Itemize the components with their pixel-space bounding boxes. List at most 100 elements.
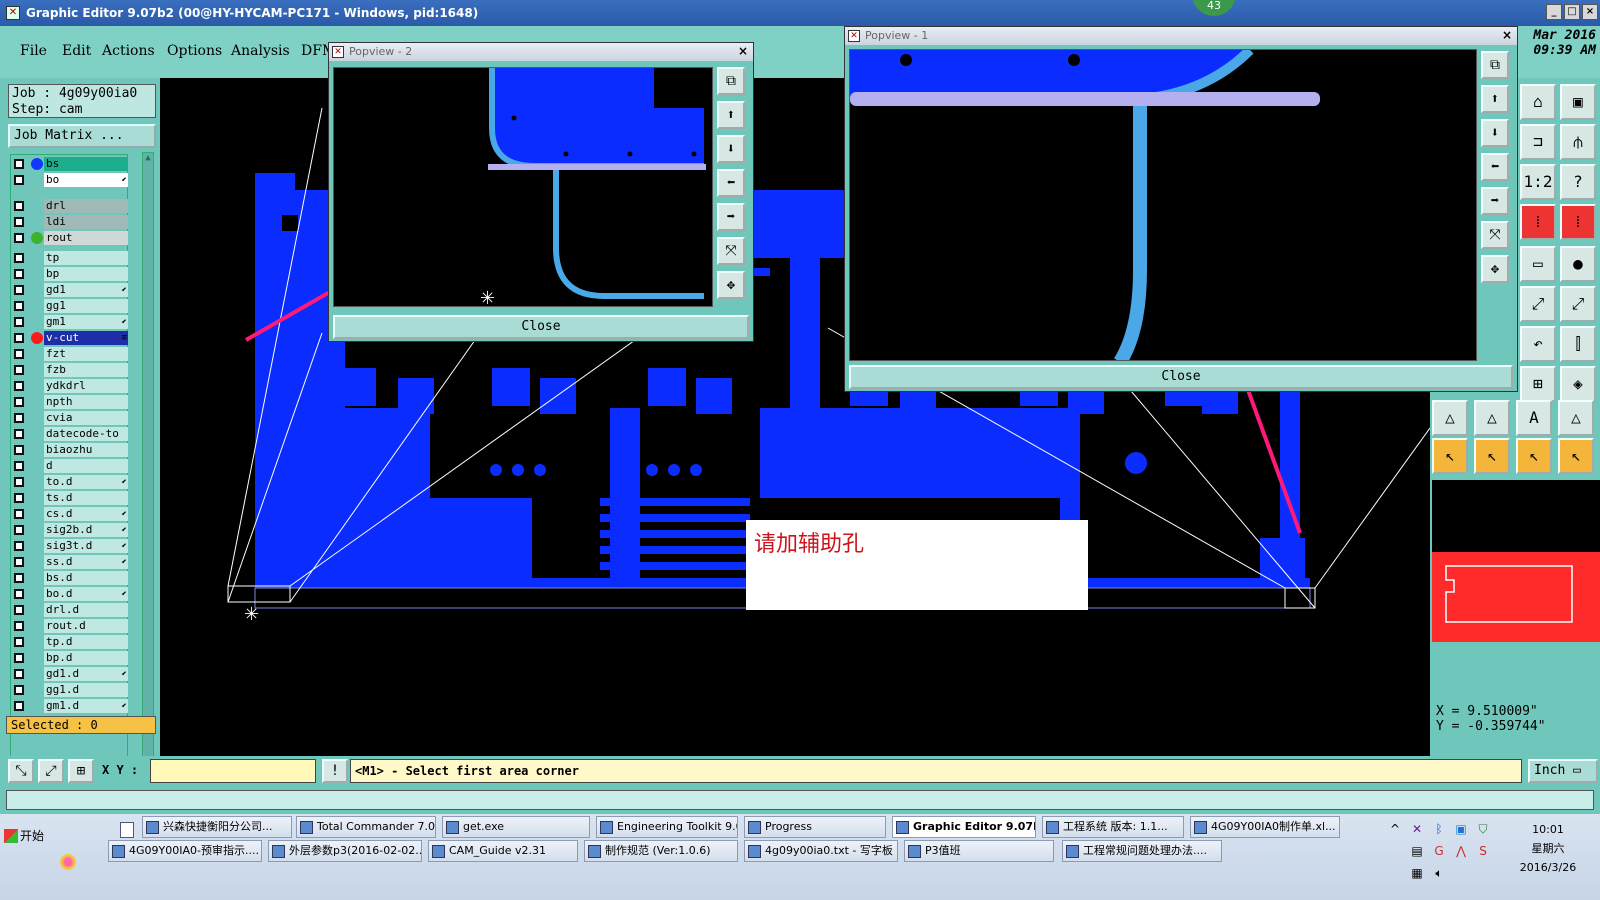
layer-toggle-icon[interactable]: ⁞ xyxy=(1520,204,1556,240)
tray-a-icon[interactable]: ⋀ xyxy=(1454,844,1468,858)
ruler-icon[interactable]: ▭ xyxy=(1520,246,1556,282)
pv1-zoom-icon[interactable]: ✥ xyxy=(1481,255,1509,283)
layer-row[interactable]: sig2b.d ⬋ xyxy=(11,523,129,537)
popview-1-view[interactable] xyxy=(849,49,1477,361)
layer-row[interactable]: rout.d xyxy=(11,619,129,633)
layer-checkbox[interactable] xyxy=(14,445,24,455)
layer-checkbox[interactable] xyxy=(14,253,24,263)
menu-edit[interactable]: Edit xyxy=(62,43,91,59)
layer-name[interactable]: ts.d xyxy=(44,491,128,505)
menu-actions[interactable]: Actions xyxy=(102,43,155,59)
layer-checkbox[interactable] xyxy=(14,301,24,311)
layer-name[interactable]: gd1.d xyxy=(44,667,128,681)
layer-name[interactable]: gm1 xyxy=(44,315,128,329)
layer-name[interactable]: bp.d xyxy=(44,651,128,665)
menu-options[interactable]: Options xyxy=(167,43,222,59)
layer-name[interactable]: rout.d xyxy=(44,619,128,633)
layer-row[interactable]: gg1 xyxy=(11,299,129,313)
pv1-up-icon[interactable]: ⬆ xyxy=(1481,85,1509,113)
layer-name[interactable]: tp xyxy=(44,251,128,265)
layer-checkbox[interactable] xyxy=(14,477,24,487)
layer-checkbox[interactable] xyxy=(14,605,24,615)
popview-1-close-x[interactable]: × xyxy=(1500,29,1514,43)
layer-name[interactable]: drl xyxy=(44,199,128,213)
layer-row[interactable]: gm1 ⬋ xyxy=(11,315,129,329)
layer-row[interactable]: fzt xyxy=(11,347,129,361)
snap-icon[interactable]: ⫛ xyxy=(1560,124,1596,160)
layer-row[interactable]: v-cut ≡ xyxy=(11,331,129,345)
tray-x-icon[interactable]: ✕ xyxy=(1410,822,1424,836)
layer-name[interactable]: gg1 xyxy=(44,299,128,313)
layer-row[interactable]: ldi xyxy=(11,215,129,229)
layer-checkbox[interactable] xyxy=(14,589,24,599)
layer-row[interactable]: drl xyxy=(11,199,129,213)
tray-s-icon[interactable]: S xyxy=(1476,844,1490,858)
group-icon[interactable]: ◈ xyxy=(1560,366,1596,402)
pv2-zoom-icon[interactable]: ✥ xyxy=(717,271,745,299)
bluetooth-icon[interactable]: ᛒ xyxy=(1432,822,1446,836)
shield-icon[interactable]: ⛉ xyxy=(1476,822,1490,836)
zoom-box-icon[interactable]: ⊐ xyxy=(1520,124,1556,160)
alert-icon[interactable]: ! xyxy=(322,759,348,783)
layer-row[interactable]: npth xyxy=(11,395,129,409)
layer-name[interactable]: datecode-to xyxy=(44,427,128,441)
home-icon[interactable]: ⌂ xyxy=(1520,84,1556,120)
help-icon[interactable]: ? xyxy=(1560,164,1596,200)
drc-icon-1[interactable]: △ xyxy=(1432,400,1468,436)
popview-2-close-x[interactable]: × xyxy=(736,45,750,59)
layer-name[interactable]: v-cut xyxy=(44,331,128,345)
layer-name[interactable]: to.d xyxy=(44,475,128,489)
layer-name[interactable]: npth xyxy=(44,395,128,409)
layer-name[interactable]: gm1.d xyxy=(44,699,128,713)
taskbar-button[interactable]: get.exe xyxy=(442,816,590,838)
taskbar-button[interactable]: Total Commander 7.0 ... xyxy=(296,816,436,838)
layer-name[interactable]: rout xyxy=(44,231,128,245)
taskbar-button[interactable]: 工程系统 版本: 1.1... xyxy=(1042,816,1184,838)
layer-name[interactable]: cs.d xyxy=(44,507,128,521)
measure-icon[interactable]: ⊞ xyxy=(1520,366,1556,402)
select-arrow-icon[interactable]: ↖ xyxy=(1432,438,1468,474)
popview-2-view[interactable]: ✳ xyxy=(333,67,713,307)
layer-row[interactable]: bo ⬋ xyxy=(11,173,129,187)
taskbar-button[interactable]: 外层参数p3(2016-02-02... xyxy=(268,840,422,862)
layer-checkbox[interactable] xyxy=(14,573,24,583)
layer-row[interactable]: fzb xyxy=(11,363,129,377)
layer-checkbox[interactable] xyxy=(14,365,24,375)
xy-input[interactable] xyxy=(150,759,316,783)
layer-row[interactable]: bp xyxy=(11,267,129,281)
layer-name[interactable]: ydkdrl xyxy=(44,379,128,393)
minimize-button[interactable]: _ xyxy=(1546,4,1562,20)
layer-checkbox[interactable] xyxy=(14,669,24,679)
layer-checkbox[interactable] xyxy=(14,381,24,391)
layer-row[interactable]: gd1.d ⬋ xyxy=(11,667,129,681)
layer-checkbox[interactable] xyxy=(14,685,24,695)
align-icon[interactable]: ⫿ xyxy=(1560,326,1596,362)
layer-row[interactable]: cs.d ⬋ xyxy=(11,507,129,521)
layer-checkbox[interactable] xyxy=(14,621,24,631)
layer-row[interactable]: cvia xyxy=(11,411,129,425)
layer-checkbox[interactable] xyxy=(14,333,24,343)
zoom-in-icon[interactable]: ⤡ xyxy=(8,759,34,783)
layer-row[interactable]: ydkdrl xyxy=(11,379,129,393)
layer-name[interactable]: bo.d xyxy=(44,587,128,601)
taskbar-button[interactable]: 兴森快捷衡阳分公司... xyxy=(142,816,292,838)
system-clock[interactable]: 10:01 星期六 2016/3/26 xyxy=(1498,820,1598,877)
layer-row[interactable]: bp.d xyxy=(11,651,129,665)
popview-1-close-button[interactable]: Close xyxy=(849,365,1513,389)
layer-checkbox[interactable] xyxy=(14,429,24,439)
tray-g-icon[interactable]: G xyxy=(1432,844,1446,858)
pv1-fit-icon[interactable]: ⤧ xyxy=(1481,221,1509,249)
pv1-restore-icon[interactable]: ⧉ xyxy=(1481,51,1509,79)
tray-device-icon[interactable]: ▦ xyxy=(1410,866,1424,880)
layer-row[interactable]: sig3t.d ⬋ xyxy=(11,539,129,553)
popview-2-close-button[interactable]: Close xyxy=(333,315,749,339)
pv1-down-icon[interactable]: ⬇ xyxy=(1481,119,1509,147)
menu-analysis[interactable]: Analysis xyxy=(231,43,290,59)
layer-name[interactable]: fzb xyxy=(44,363,128,377)
taskbar-button[interactable]: Graphic Editor 9.07b... xyxy=(892,816,1036,838)
layer-name[interactable]: fzt xyxy=(44,347,128,361)
select-box-icon[interactable]: ↖ xyxy=(1474,438,1510,474)
layer-row[interactable]: gm1.d ⬋ xyxy=(11,699,129,713)
pv2-right-icon[interactable]: ➡ xyxy=(717,203,745,231)
unit-selector[interactable]: Inch ▭ xyxy=(1528,759,1598,783)
